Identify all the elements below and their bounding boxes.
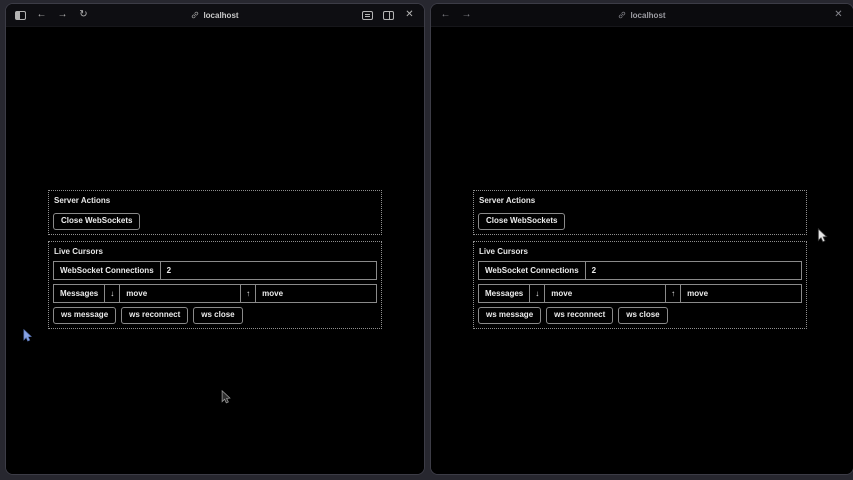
back-icon[interactable]: ← [36, 10, 47, 21]
connections-label: WebSocket Connections [479, 262, 586, 279]
message-down-value: move [545, 285, 666, 302]
server-actions-section: Server Actions Close WebSockets [473, 190, 807, 235]
window-title: localhost [630, 11, 665, 20]
forward-icon[interactable]: → [57, 10, 68, 21]
message-down-value: move [120, 285, 241, 302]
ws-reconnect-button[interactable]: ws reconnect [546, 307, 613, 324]
close-icon[interactable]: ✕ [404, 10, 415, 21]
connections-label: WebSocket Connections [54, 262, 161, 279]
close-websockets-button[interactable]: Close WebSockets [478, 213, 565, 230]
messages-row: Messages ↓ move ↑ move [478, 284, 802, 303]
down-arrow-icon: ↓ [105, 285, 120, 302]
forward-icon[interactable]: → [461, 10, 472, 21]
ws-reconnect-button[interactable]: ws reconnect [121, 307, 188, 324]
up-arrow-icon: ↑ [241, 285, 256, 302]
ws-close-button[interactable]: ws close [618, 307, 667, 324]
server-actions-section: Server Actions Close WebSockets [48, 190, 382, 235]
desktop: ← → ↻ localhost ✕ Server Actions Close [0, 0, 853, 480]
controls-panel: Server Actions Close WebSockets Live Cur… [473, 190, 807, 329]
page-content-left: Server Actions Close WebSockets Live Cur… [6, 27, 424, 475]
ws-buttons-row: ws message ws reconnect ws close [53, 307, 377, 324]
reader-list-icon[interactable] [362, 10, 373, 21]
connections-value: 2 [586, 262, 801, 279]
ws-buttons-row: ws message ws reconnect ws close [478, 307, 802, 324]
page-content-right: Server Actions Close WebSockets Live Cur… [431, 27, 853, 475]
split-view-icon[interactable] [383, 10, 394, 21]
titlebar-left: ← → ↻ localhost ✕ [6, 4, 424, 27]
browser-window-right: ← → localhost ✕ Server Actions Close Web… [430, 3, 853, 475]
down-arrow-icon: ↓ [530, 285, 545, 302]
ws-close-button[interactable]: ws close [193, 307, 242, 324]
messages-label: Messages [479, 285, 530, 302]
messages-label: Messages [54, 285, 105, 302]
live-cursors-section: Live Cursors WebSocket Connections 2 Mes… [473, 241, 807, 329]
up-arrow-icon: ↑ [666, 285, 681, 302]
connections-row: WebSocket Connections 2 [53, 261, 377, 280]
connections-value: 2 [161, 262, 376, 279]
close-websockets-button[interactable]: Close WebSockets [53, 213, 140, 230]
titlebar-right: ← → localhost ✕ [431, 4, 853, 27]
live-cursors-legend: Live Cursors [53, 246, 377, 261]
browser-window-left: ← → ↻ localhost ✕ Server Actions Close [5, 3, 425, 475]
toolbar-right-group: ✕ [833, 10, 844, 21]
toolbar-left-group: ← → [440, 10, 472, 21]
server-actions-legend: Server Actions [478, 195, 802, 210]
live-cursors-section: Live Cursors WebSocket Connections 2 Mes… [48, 241, 382, 329]
messages-row: Messages ↓ move ↑ move [53, 284, 377, 303]
close-icon[interactable]: ✕ [833, 10, 844, 21]
server-actions-legend: Server Actions [53, 195, 377, 210]
toolbar-right-group: ✕ [362, 10, 415, 21]
back-icon[interactable]: ← [440, 10, 451, 21]
link-icon [618, 11, 626, 19]
connections-row: WebSocket Connections 2 [478, 261, 802, 280]
sidebar-toggle-icon[interactable] [15, 10, 26, 21]
reload-icon[interactable]: ↻ [78, 10, 89, 21]
toolbar-left-group: ← → ↻ [15, 10, 89, 21]
link-icon [191, 11, 199, 19]
controls-panel: Server Actions Close WebSockets Live Cur… [48, 190, 382, 329]
window-title: localhost [203, 11, 238, 20]
ws-message-button[interactable]: ws message [53, 307, 116, 324]
message-up-value: move [256, 285, 376, 302]
ws-message-button[interactable]: ws message [478, 307, 541, 324]
message-up-value: move [681, 285, 801, 302]
address-bar: localhost [431, 4, 853, 26]
live-cursors-legend: Live Cursors [478, 246, 802, 261]
